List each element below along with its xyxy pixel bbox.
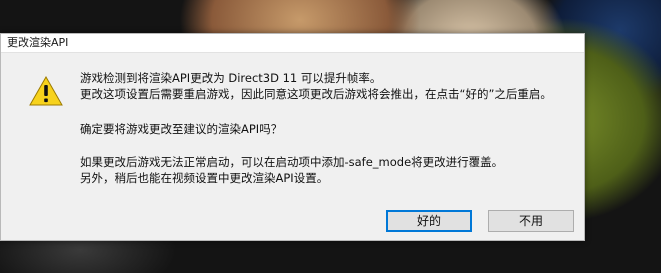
message-line-4: 如果更改后游戏无法正常启动，可以在启动项中添加-safe_mode将更改进行覆盖… <box>80 155 504 169</box>
change-render-api-dialog: 更改渲染API 游戏检测到将渲染API更改为 Direct3D 11 可以提升帧… <box>0 33 585 241</box>
ok-button[interactable]: 好的 <box>386 210 472 232</box>
message-line-2: 更改这项设置后需要重启游戏，因此同意这项更改后游戏将会推出，在点击“好的”之后重… <box>80 87 552 101</box>
cancel-button[interactable]: 不用 <box>488 210 574 232</box>
warning-icon <box>29 76 63 106</box>
title-bar: 更改渲染API <box>1 34 584 53</box>
message-line-1: 游戏检测到将渲染API更改为 Direct3D 11 可以提升帧率。 <box>80 71 382 85</box>
dialog-title: 更改渲染API <box>7 36 69 49</box>
message-line-3: 确定要将游戏更改至建议的渲染API吗？ <box>80 122 283 136</box>
message-line-5: 另外，稍后也能在视频设置中更改渲染API设置。 <box>80 171 329 185</box>
